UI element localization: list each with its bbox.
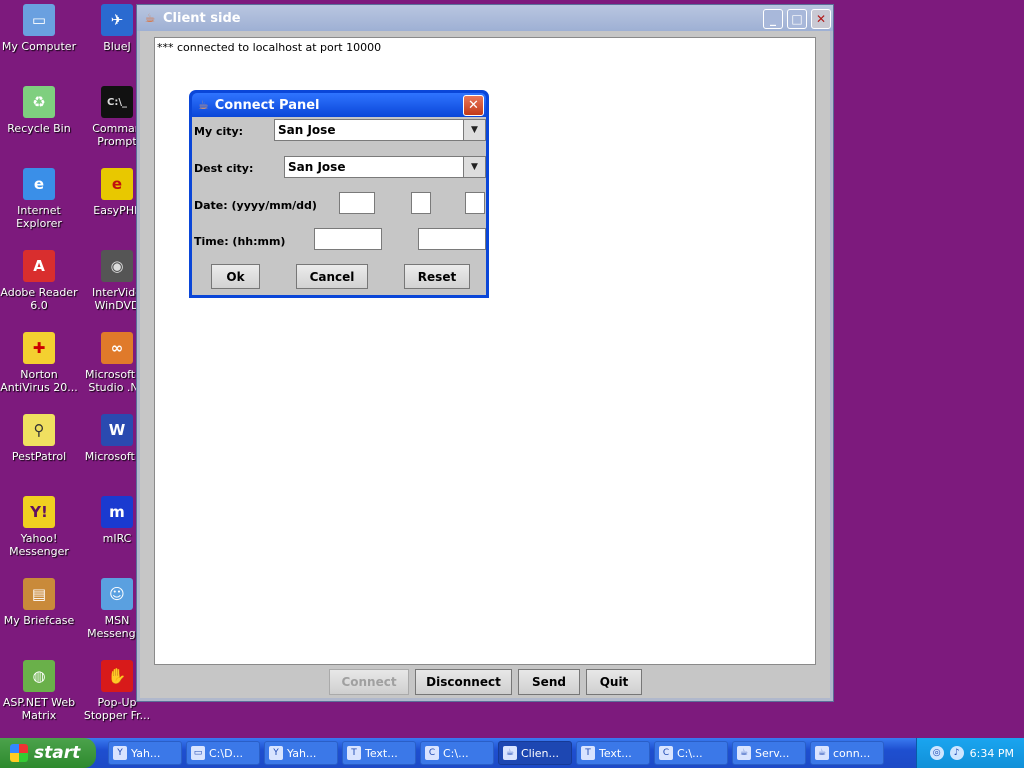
java-icon: ☕ (815, 746, 829, 760)
dest-city-value: San Jose (288, 160, 346, 174)
dialog-title-bar[interactable]: ☕ Connect Panel (192, 93, 486, 117)
maximize-button[interactable]: □ (787, 9, 807, 29)
taskbar-item[interactable]: Y Yah... (108, 741, 182, 765)
disconnect-button[interactable]: Disconnect (415, 669, 512, 695)
taskbar-item[interactable]: Y Yah... (264, 741, 338, 765)
java-icon: ☕ (198, 98, 209, 112)
taskbar-item[interactable]: T Text... (342, 741, 416, 765)
chevron-down-icon[interactable]: ▼ (463, 157, 485, 177)
time-hour-field[interactable] (314, 228, 382, 250)
pestpatrol-icon: ⚲ (23, 414, 55, 446)
desktop-icon[interactable]: ✚ Norton AntiVirus 20... (0, 332, 78, 394)
word-icon: W (101, 414, 133, 446)
window-title-bar[interactable]: ☕ Client side (137, 5, 833, 31)
aspnet-matrix-icon: ◍ (23, 660, 55, 692)
taskbar-item-active[interactable]: ☕ Clien... (498, 741, 572, 765)
yahoo-icon: Y (269, 746, 283, 760)
java-icon: ☕ (503, 746, 517, 760)
date-day-field[interactable] (465, 192, 485, 214)
ok-button[interactable]: Ok (211, 264, 260, 289)
java-icon: ☕ (144, 11, 156, 25)
desktop-icon[interactable]: A Adobe Reader 6.0 (0, 250, 78, 312)
windvd-icon: ◉ (101, 250, 133, 282)
close-button[interactable]: ✕ (811, 9, 831, 29)
desktop-icon[interactable]: ▭ My Computer (0, 4, 78, 53)
norton-antivirus-icon: ✚ (23, 332, 55, 364)
textpad-icon: T (347, 746, 361, 760)
desktop-icon[interactable]: ▤ My Briefcase (0, 578, 78, 627)
taskbar-item[interactable]: C C:\... (420, 741, 494, 765)
time-minute-field[interactable] (418, 228, 486, 250)
java-icon: ☕ (737, 746, 751, 760)
window-title: Client side (163, 10, 241, 26)
cmd-icon: C (425, 746, 439, 760)
my-city-combobox[interactable]: San Jose ▼ (274, 119, 486, 141)
visual-studio-icon: ∞ (101, 332, 133, 364)
dest-city-label: Dest city: (194, 162, 254, 175)
minimize-button[interactable]: _ (763, 9, 783, 29)
chevron-down-icon[interactable]: ▼ (463, 120, 485, 140)
connect-button[interactable]: Connect (329, 669, 409, 695)
desktop-icon[interactable]: ◍ ASP.NET Web Matrix (0, 660, 78, 722)
date-label: Date: (yyyy/mm/dd) (194, 199, 317, 212)
taskbar-item[interactable]: ▭ C:\D... (186, 741, 260, 765)
time-label: Time: (hh:mm) (194, 235, 286, 248)
desktop-icon[interactable]: ♻ Recycle Bin (0, 86, 78, 135)
yahoo-messenger-icon: Y! (23, 496, 55, 528)
start-button[interactable]: start (0, 738, 96, 768)
my-city-value: San Jose (278, 123, 336, 137)
mirc-icon: m (101, 496, 133, 528)
cmd-icon: C (659, 746, 673, 760)
bluej-icon: ✈ (101, 4, 133, 36)
yahoo-icon: Y (113, 746, 127, 760)
taskbar: start Y Yah... ▭ C:\D... Y Yah... T Text... … (0, 738, 1024, 768)
easyphp-icon: e (101, 168, 133, 200)
my-city-label: My city: (194, 125, 244, 138)
recycle-bin-icon: ♻ (23, 86, 55, 118)
taskbar-item[interactable]: ☕ conn... (810, 741, 884, 765)
desktop-icon[interactable]: ⚲ PestPatrol (0, 414, 78, 463)
command-prompt-icon: C:\_ (101, 86, 133, 118)
system-tray: ◎ ♪ 6:34 PM (916, 738, 1024, 768)
send-button[interactable]: Send (518, 669, 580, 695)
popup-stopper-icon: ✋ (101, 660, 133, 692)
adobe-reader-icon: A (23, 250, 55, 282)
dialog-close-button[interactable]: ✕ (463, 95, 484, 116)
dialog-title: Connect Panel (214, 97, 320, 113)
windows-logo-icon (10, 744, 28, 762)
log-line: *** connected to localhost at port 10000 (157, 41, 382, 54)
computer-icon: ▭ (23, 4, 55, 36)
cancel-button[interactable]: Cancel (296, 264, 368, 289)
internet-explorer-icon: e (23, 168, 55, 200)
network-icon[interactable]: ◎ (929, 746, 944, 760)
date-year-field[interactable] (339, 192, 375, 214)
dest-city-combobox[interactable]: San Jose ▼ (284, 156, 486, 178)
taskbar-item[interactable]: C C:\... (654, 741, 728, 765)
quit-button[interactable]: Quit (586, 669, 642, 695)
connect-panel-dialog: ☕ Connect Panel ✕ My city: San Jose ▼ De… (189, 90, 489, 298)
desktop-icon[interactable]: Y! Yahoo! Messenger (0, 496, 78, 558)
start-label: start (34, 743, 81, 763)
briefcase-icon: ▤ (23, 578, 55, 610)
taskbar-item[interactable]: T Text... (576, 741, 650, 765)
folder-icon: ▭ (191, 746, 205, 760)
taskbar-item[interactable]: ☕ Serv... (732, 741, 806, 765)
msn-messenger-icon: ☺ (101, 578, 133, 610)
dialog-content: My city: San Jose ▼ Dest city: San Jose … (192, 117, 486, 295)
textpad-icon: T (581, 746, 595, 760)
volume-icon[interactable]: ♪ (949, 746, 964, 760)
date-month-field[interactable] (411, 192, 431, 214)
clock[interactable]: 6:34 PM (970, 747, 1014, 760)
reset-button[interactable]: Reset (404, 264, 470, 289)
desktop-icon[interactable]: e Internet Explorer (0, 168, 78, 230)
